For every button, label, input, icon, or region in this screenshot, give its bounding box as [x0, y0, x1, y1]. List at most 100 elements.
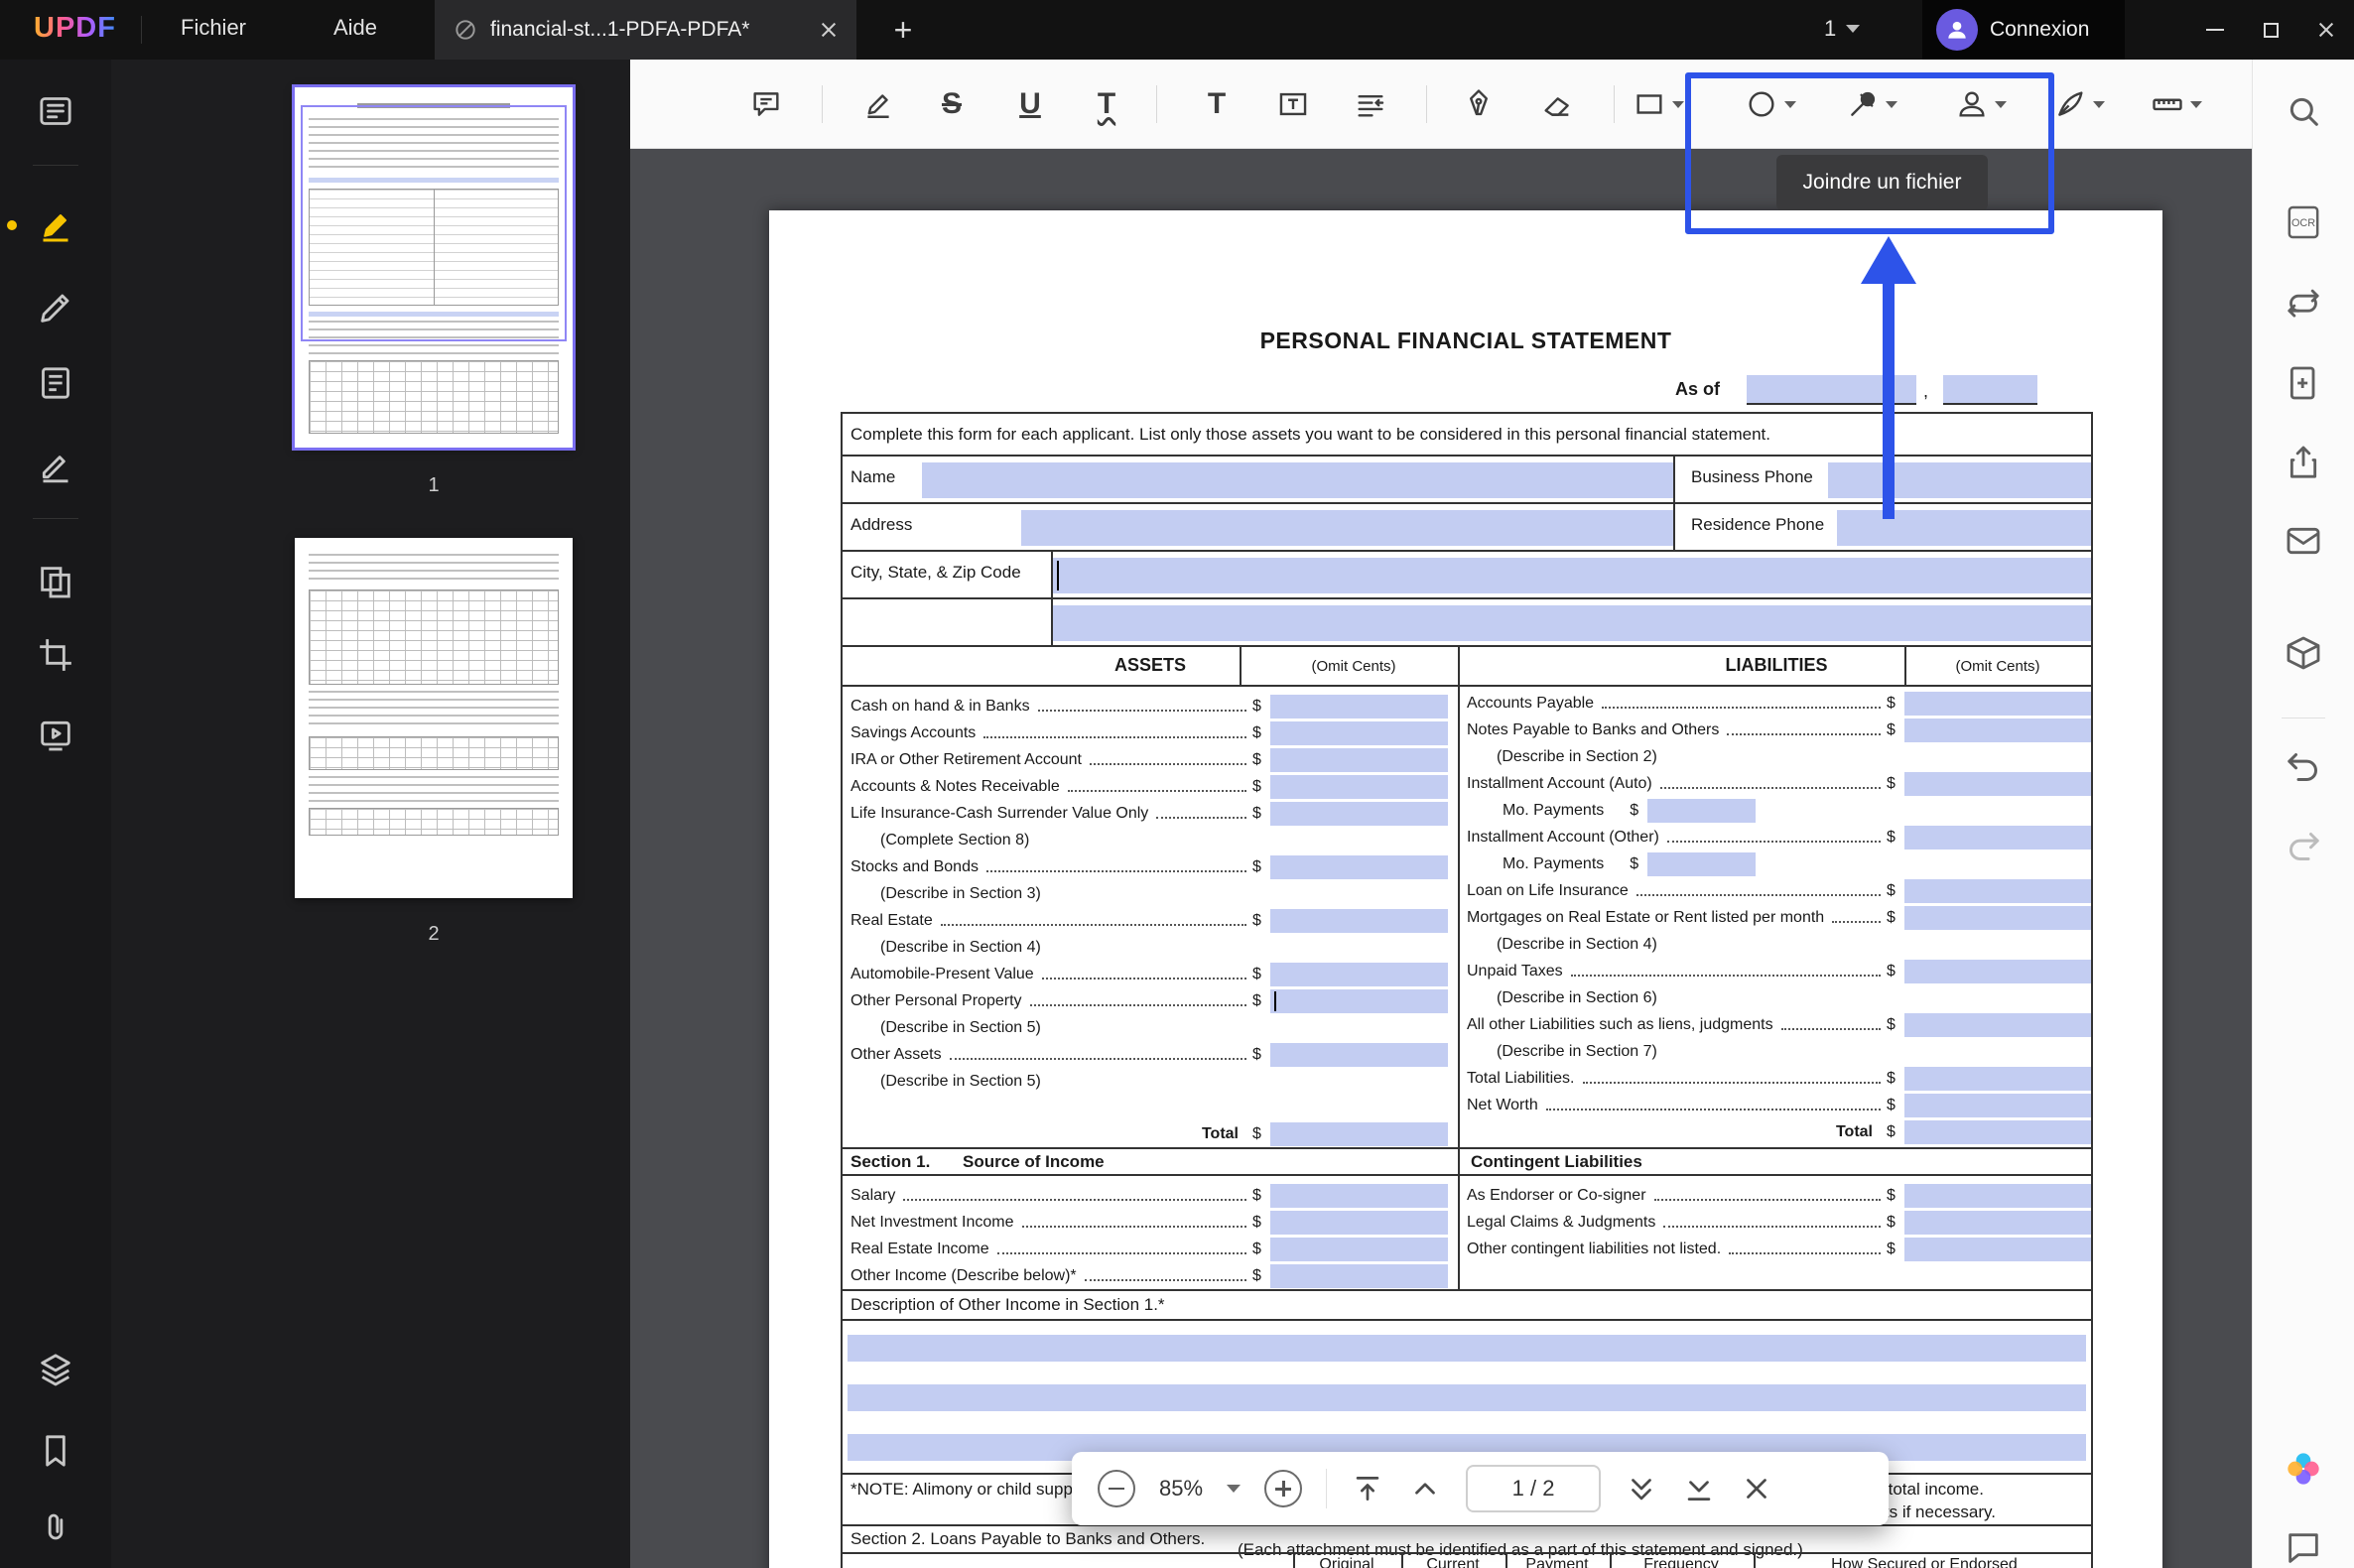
amount-input[interactable]	[1904, 1094, 2091, 1117]
comments-panel-icon[interactable]	[2284, 1528, 2323, 1568]
email-icon[interactable]	[2284, 521, 2323, 561]
scroll-to-bottom-icon[interactable]	[1682, 1472, 1716, 1505]
close-button[interactable]	[2298, 0, 2354, 60]
attach-file-tool[interactable]	[1846, 84, 1897, 124]
amount-input[interactable]	[1270, 775, 1448, 799]
as-of-year-field[interactable]	[1943, 375, 2037, 405]
convert-icon[interactable]	[2284, 282, 2323, 322]
chevron-down-icon[interactable]	[2093, 101, 2105, 108]
city-input[interactable]	[1053, 558, 2091, 593]
amount-input[interactable]	[1904, 1120, 2091, 1144]
amount-input[interactable]	[1270, 989, 1448, 1013]
typewriter-icon[interactable]	[1351, 84, 1390, 124]
amount-input[interactable]	[1647, 852, 1756, 876]
amount-input[interactable]	[1904, 772, 2091, 796]
next-page-icon[interactable]	[1625, 1472, 1658, 1505]
sidebar-item-crop[interactable]	[36, 635, 75, 675]
sidebar-item-forms[interactable]	[36, 363, 75, 403]
underline-icon[interactable]: U	[1010, 84, 1050, 124]
share-icon[interactable]	[2284, 443, 2323, 482]
amount-input[interactable]	[1904, 1238, 2091, 1261]
thumbnails-panel-icon[interactable]	[36, 1350, 75, 1389]
amount-input[interactable]	[1904, 960, 2091, 983]
chevron-down-icon[interactable]	[2190, 101, 2202, 108]
text-box-icon[interactable]	[1273, 84, 1313, 124]
account-button[interactable]: Connexion	[1922, 0, 2125, 60]
note-icon[interactable]	[746, 84, 786, 124]
archive-box-icon[interactable]	[2284, 633, 2323, 673]
sidebar-item-comment[interactable]	[36, 205, 75, 245]
squiggly-underline-icon[interactable]: T	[1087, 84, 1126, 124]
amount-input[interactable]	[1647, 799, 1756, 823]
undo-icon[interactable]	[2284, 747, 2323, 787]
add-text-icon[interactable]: T	[1197, 84, 1237, 124]
previous-page-icon[interactable]	[1408, 1472, 1442, 1505]
highlight-icon[interactable]	[858, 84, 898, 124]
sidebar-item-pages[interactable]	[36, 715, 75, 754]
open-documents-count[interactable]: 1	[1824, 16, 1860, 42]
amount-input[interactable]	[1904, 719, 2091, 742]
chevron-down-icon[interactable]	[1995, 101, 2007, 108]
tab-close-icon[interactable]	[819, 20, 839, 40]
ai-assistant-icon[interactable]	[2284, 1449, 2323, 1489]
amount-input[interactable]	[1904, 826, 2091, 849]
signature-tool[interactable]	[2053, 84, 2105, 124]
amount-input[interactable]	[1270, 963, 1448, 986]
amount-input[interactable]	[1270, 1043, 1448, 1067]
description-input-2[interactable]	[848, 1384, 2086, 1411]
sidebar-item-sign[interactable]	[36, 446, 75, 485]
minimize-button[interactable]	[2187, 0, 2243, 60]
amount-input[interactable]	[1270, 1211, 1448, 1235]
ocr-icon[interactable]: OCR	[2284, 202, 2323, 242]
amount-input[interactable]	[1904, 1013, 2091, 1037]
ellipse-shape-tool[interactable]	[1745, 84, 1796, 124]
document-tab[interactable]: financial-st...1-PDFA-PDFA*	[435, 0, 856, 60]
maximize-button[interactable]	[2243, 0, 2298, 60]
chevron-down-icon[interactable]	[1784, 101, 1796, 108]
sidebar-item-edit[interactable]	[36, 288, 75, 327]
amount-input[interactable]	[1904, 1184, 2091, 1208]
sidebar-item-organize[interactable]	[36, 562, 75, 601]
amount-input[interactable]	[1270, 1122, 1448, 1146]
amount-input[interactable]	[1270, 695, 1448, 719]
amount-input[interactable]	[1270, 1264, 1448, 1288]
close-zoombar-icon[interactable]	[1740, 1472, 1773, 1505]
attachments-panel-icon[interactable]	[36, 1508, 75, 1548]
rectangle-shape-tool[interactable]	[1633, 84, 1684, 124]
chevron-down-icon[interactable]	[1672, 101, 1684, 108]
stamp-tool[interactable]	[1955, 84, 2007, 124]
amount-input[interactable]	[1270, 802, 1448, 826]
zoom-dropdown-icon[interactable]	[1227, 1485, 1241, 1493]
menu-fichier[interactable]: Fichier	[181, 15, 246, 41]
description-input-1[interactable]	[848, 1335, 2086, 1362]
zoom-out-button[interactable]	[1098, 1470, 1135, 1507]
chevron-down-icon[interactable]	[1886, 101, 1897, 108]
amount-input[interactable]	[1270, 1238, 1448, 1261]
eraser-icon[interactable]	[1537, 84, 1577, 124]
page-thumbnail-2[interactable]	[295, 538, 573, 898]
amount-input[interactable]	[1270, 721, 1448, 745]
sidebar-item-reader[interactable]	[36, 91, 75, 131]
business-phone-input[interactable]	[1828, 462, 2091, 498]
strikethrough-icon[interactable]: S	[932, 84, 972, 124]
pen-icon[interactable]	[1459, 84, 1499, 124]
scroll-to-top-icon[interactable]	[1351, 1472, 1384, 1505]
extract-pages-icon[interactable]	[2284, 363, 2323, 403]
amount-input[interactable]	[1270, 909, 1448, 933]
amount-input[interactable]	[1904, 692, 2091, 716]
page-thumbnail-1[interactable]	[295, 87, 573, 448]
amount-input[interactable]	[1270, 748, 1448, 772]
name-input[interactable]	[922, 462, 1673, 498]
document-viewer[interactable]: PERSONAL FINANCIAL STATEMENT As of , Com…	[630, 149, 2252, 1568]
amount-input[interactable]	[1904, 1211, 2091, 1235]
zoom-in-button[interactable]	[1264, 1470, 1302, 1507]
redo-icon[interactable]	[2284, 827, 2323, 866]
amount-input[interactable]	[1904, 879, 2091, 903]
amount-input[interactable]	[1270, 855, 1448, 879]
search-icon[interactable]	[2284, 91, 2323, 131]
address-input[interactable]	[1021, 510, 1673, 546]
new-tab-button[interactable]: +	[881, 8, 925, 52]
amount-input[interactable]	[1904, 1067, 2091, 1091]
bookmarks-panel-icon[interactable]	[36, 1431, 75, 1471]
amount-input[interactable]	[1904, 906, 2091, 930]
